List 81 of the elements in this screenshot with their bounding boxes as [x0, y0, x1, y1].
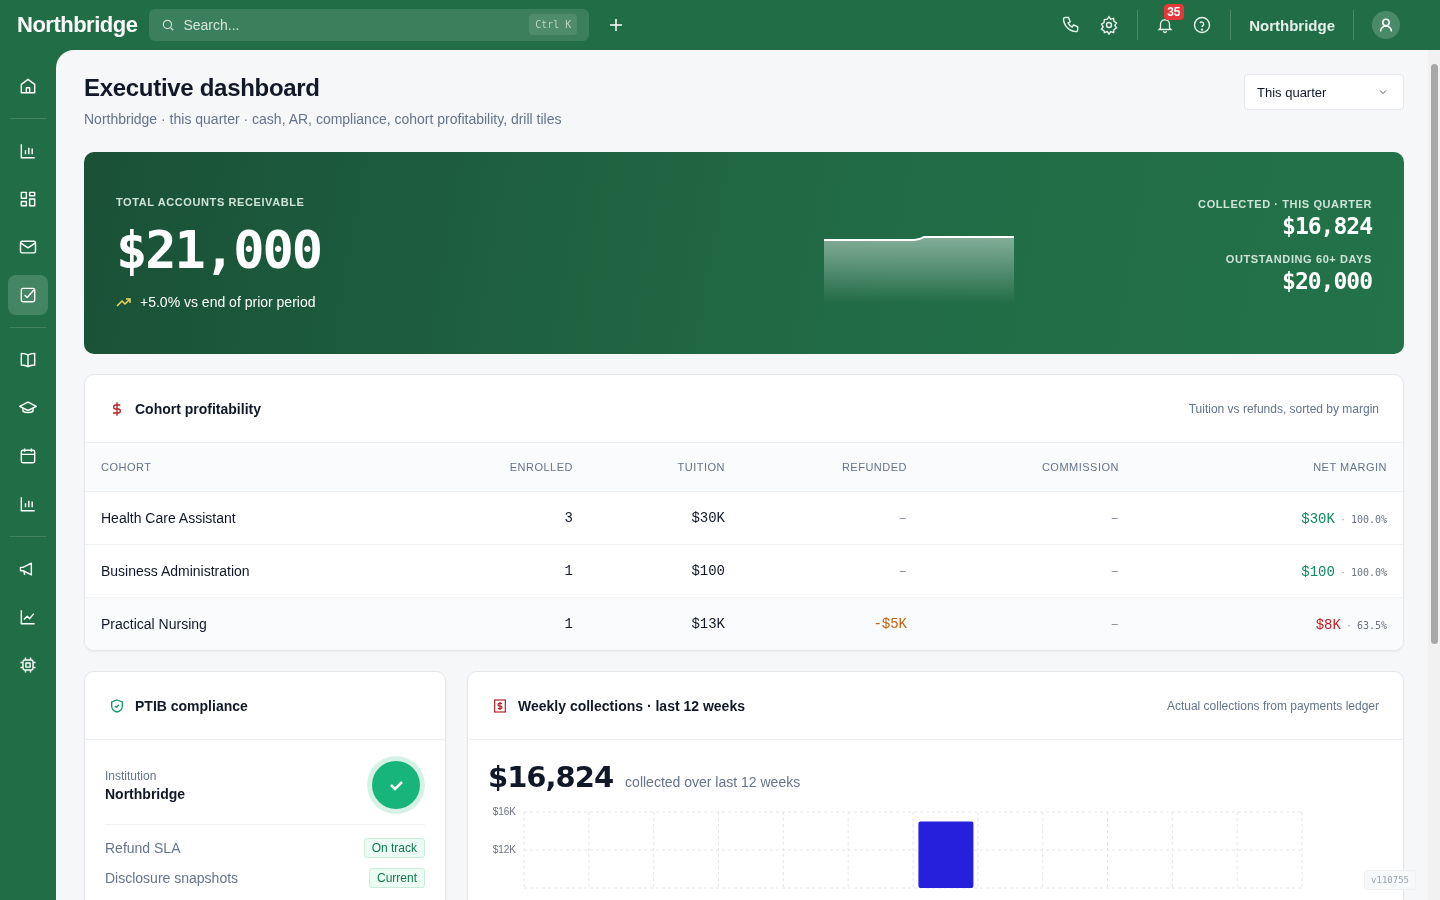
table-cell: 1 — [457, 544, 589, 598]
stat-label: OUTSTANDING 60+ DAYS — [1224, 253, 1372, 265]
axis-tick-label: $16K — [492, 806, 516, 817]
avatar-icon[interactable] — [1372, 11, 1400, 39]
table-cell: – — [741, 491, 923, 545]
column-header: REFUNDED — [741, 443, 923, 492]
line-chart-icon — [18, 607, 38, 627]
notifications-icon[interactable] — [1156, 16, 1175, 34]
notification-count: 35 — [1164, 4, 1184, 20]
compliance-label: Disclosure snapshots — [105, 870, 239, 886]
help-icon[interactable] — [1192, 15, 1213, 35]
bar-chart-icon — [18, 494, 38, 514]
page-title: Executive dashboard — [84, 74, 321, 102]
stat-label: COLLECTED · THIS QUARTER — [1198, 198, 1372, 210]
margin-percent: 100.0% — [1350, 513, 1387, 525]
period-dropdown[interactable]: This quarter — [1244, 74, 1404, 110]
settings-icon[interactable] — [1099, 15, 1120, 35]
receipt-icon — [492, 697, 508, 714]
separator: · — [1340, 564, 1345, 579]
table-cell: $13K — [589, 597, 741, 650]
field-label: Institution — [105, 768, 158, 783]
table-cell: Health Care Assistant — [85, 491, 457, 545]
compliance-label: Refund SLA — [105, 840, 181, 856]
scrollbar[interactable] — [1428, 50, 1440, 900]
calendar-icon — [18, 446, 38, 466]
search-icon — [161, 18, 176, 32]
column-header: NET MARGIN — [1135, 443, 1403, 492]
card-title: PTIB compliance — [135, 697, 248, 714]
table-cell: $100 — [589, 544, 741, 598]
column-header: COHORT — [85, 443, 457, 492]
table-cell: Practical Nursing — [85, 597, 457, 650]
table-cell: – — [923, 491, 1135, 545]
axis-tick-label: $12K — [492, 844, 516, 855]
institution-name: Northbridge — [105, 785, 186, 802]
collections-total: $16,824 — [488, 760, 614, 794]
card-note: Tuition vs refunds, sorted by margin — [1188, 401, 1379, 416]
status-badge: On track — [363, 838, 425, 858]
nav-item[interactable] — [8, 275, 48, 315]
bar-chart-icon — [18, 141, 38, 161]
column-header: COMMISSION — [923, 443, 1135, 492]
stat-value: $16,824 — [1281, 213, 1372, 239]
trend-up-icon — [116, 296, 132, 308]
grid-icon — [18, 189, 38, 209]
margin-amount: $30K — [1301, 510, 1335, 527]
stat-value: $20,000 — [1281, 268, 1372, 294]
card-note: Actual collections from payments ledger — [1166, 698, 1379, 713]
margin-percent: 63.5% — [1356, 619, 1387, 631]
table-cell: – — [923, 597, 1135, 650]
separator: · — [1346, 617, 1351, 632]
shield-check-icon — [109, 697, 125, 714]
table-cell: Business Administration — [85, 544, 457, 598]
book-icon — [18, 350, 38, 370]
trend-text: +5.0% vs end of prior period — [140, 294, 316, 310]
column-header: TUITION — [589, 443, 741, 492]
bar — [918, 821, 974, 888]
column-header: ENROLLED — [457, 443, 589, 492]
card-title: Weekly collections · last 12 weeks — [518, 697, 745, 714]
card-title: Cohort profitability — [135, 400, 261, 417]
version-label: v110755 — [1364, 870, 1416, 890]
table-cell: 1 — [457, 597, 589, 650]
status-badge: Current — [369, 868, 425, 888]
account-name[interactable]: Northbridge — [1249, 16, 1335, 34]
separator: · — [1340, 511, 1345, 526]
table-cell: – — [741, 544, 923, 598]
table-cell: -$5K — [741, 597, 923, 650]
checkbox-icon — [18, 285, 38, 305]
page-subtitle: Northbridge · this quarter · cash, AR, compliance, cohort profitability, drill tiles — [84, 111, 562, 127]
table-cell: $30K — [589, 491, 741, 545]
table-cell: 3 — [457, 491, 589, 545]
table-cell: – — [923, 544, 1135, 598]
total-caption: collected over last 12 weeks — [625, 774, 801, 790]
margin-percent: 100.0% — [1350, 566, 1387, 578]
chip-icon — [18, 655, 38, 675]
mail-icon — [18, 237, 38, 257]
home-icon — [18, 76, 38, 96]
margin-amount: $100 — [1301, 563, 1335, 580]
receivables-value: $21,000 — [116, 220, 323, 280]
margin-amount: $8K — [1315, 616, 1341, 633]
shortcut-hint: Ctrl K — [529, 14, 578, 35]
brand-logo[interactable]: Northbridge — [17, 12, 138, 38]
banner-label: TOTAL ACCOUNTS RECEIVABLE — [116, 196, 306, 208]
